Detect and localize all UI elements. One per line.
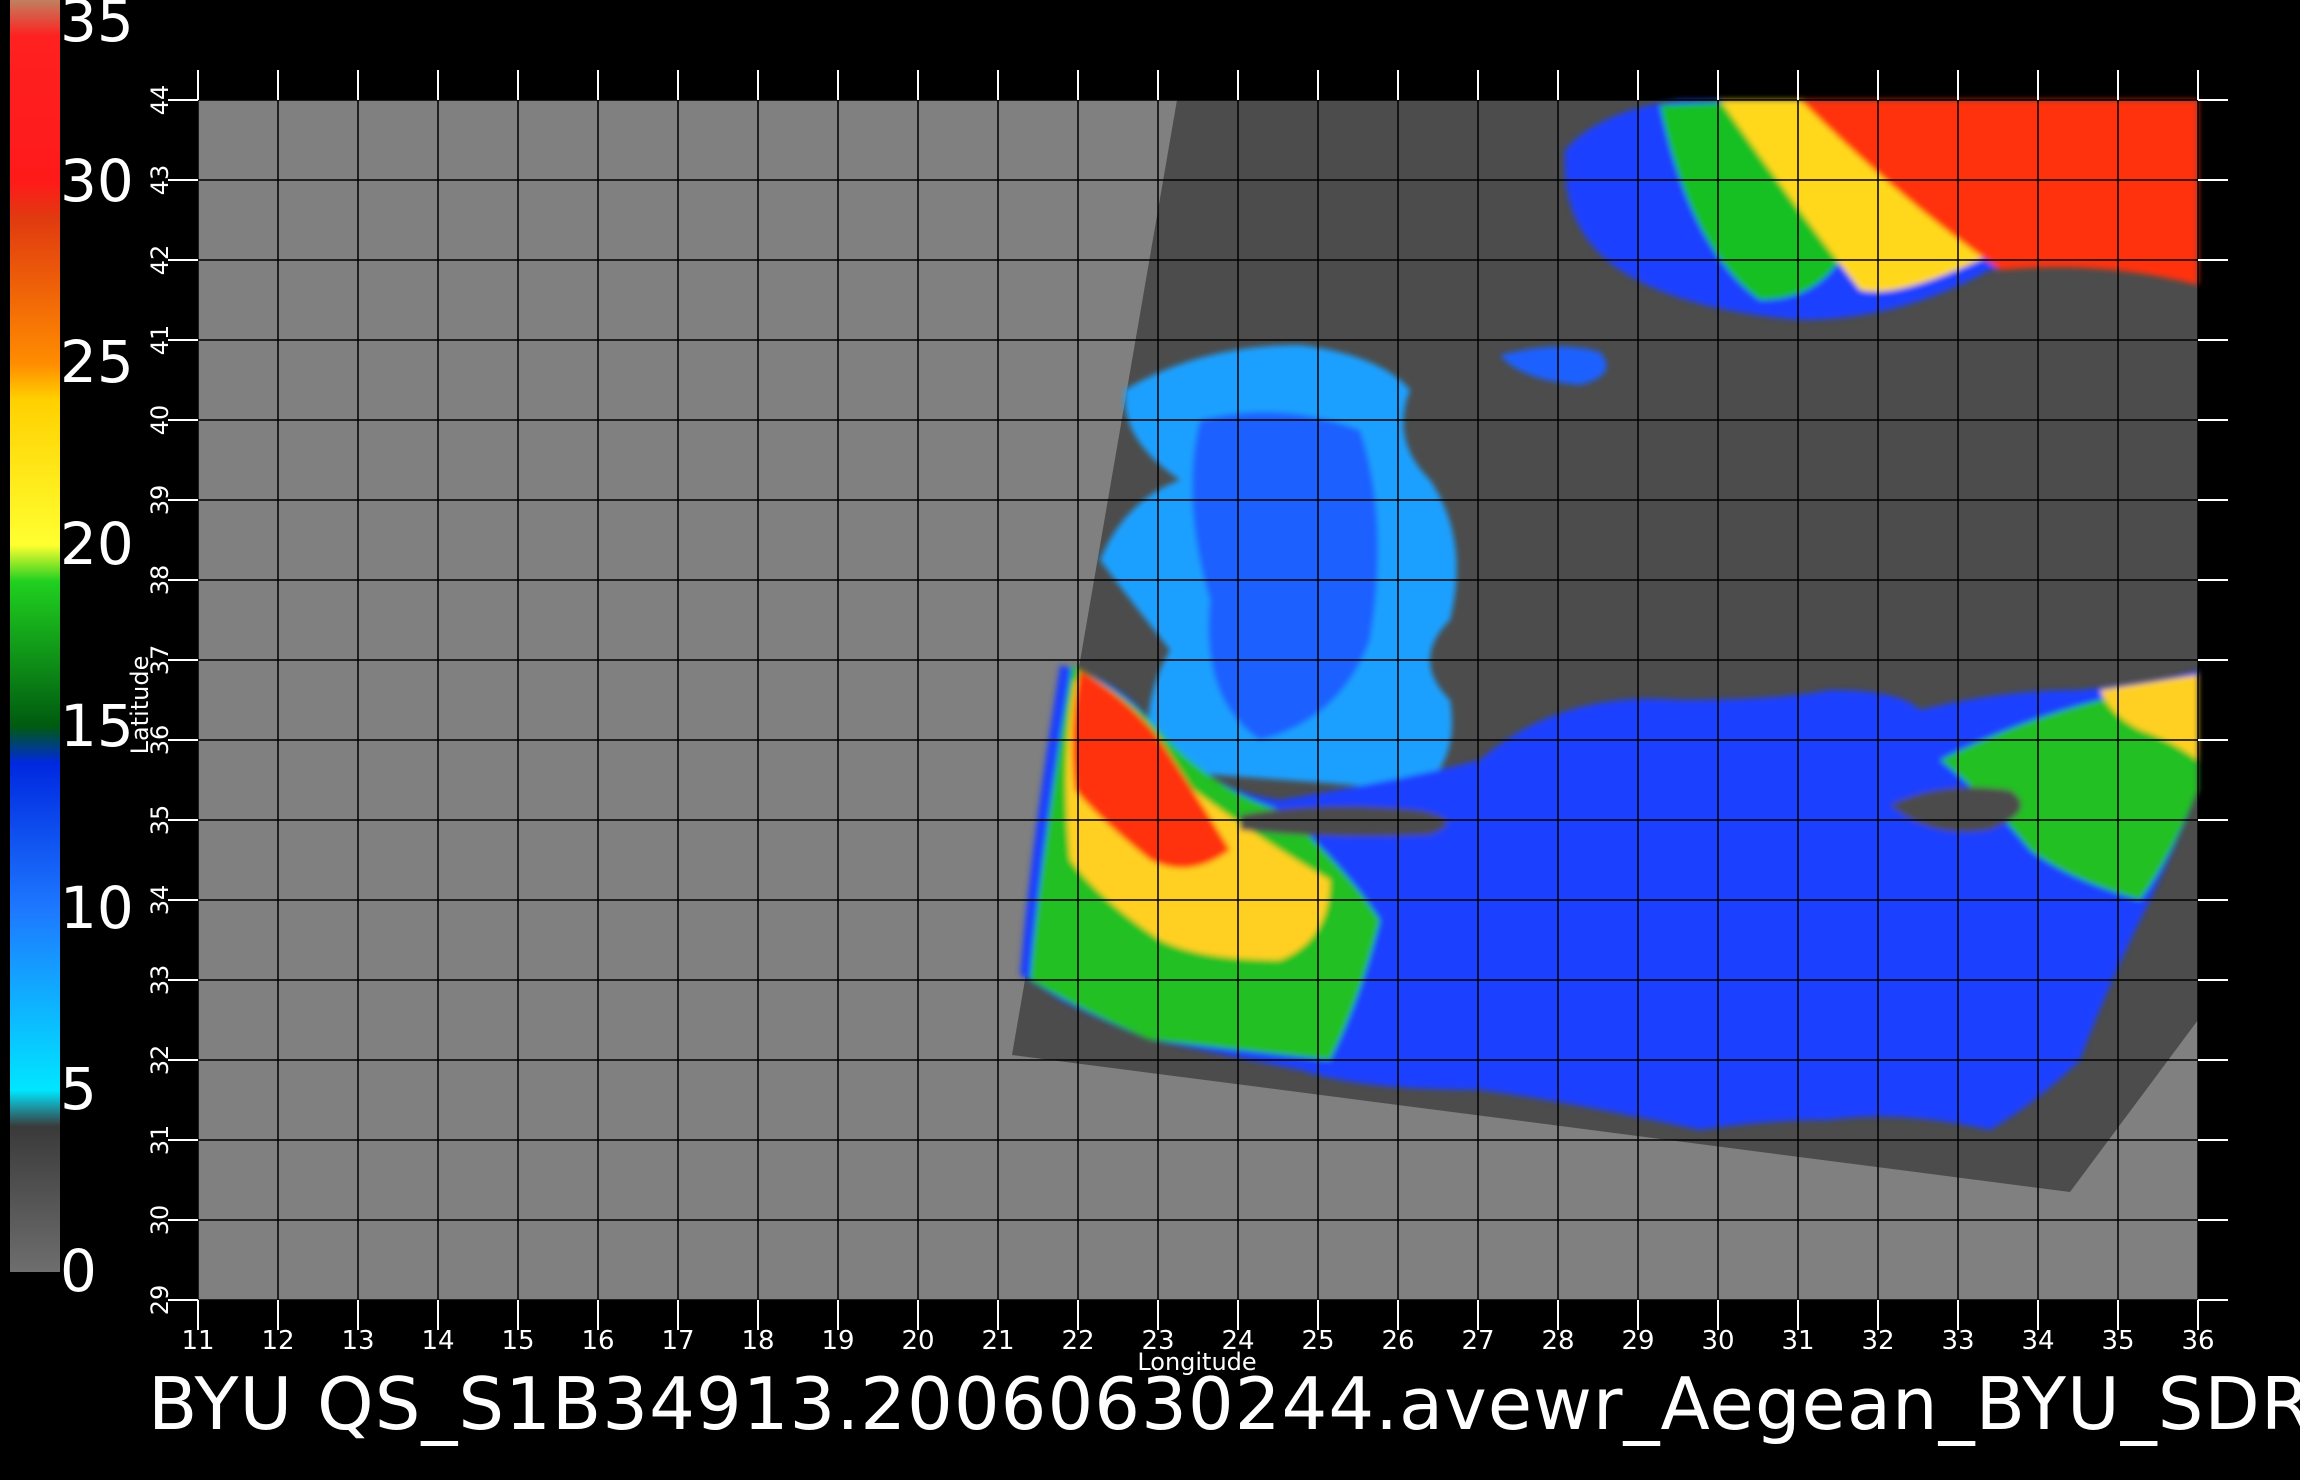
colorbar-label: 0: [60, 1237, 97, 1305]
colorbar-label: 15: [60, 691, 134, 760]
latitude-tick-label: 42: [146, 244, 174, 276]
longitude-tick-label: 16: [581, 1326, 615, 1356]
latitude-tick-label: 29: [146, 1284, 174, 1316]
longitude-tick-label: 12: [261, 1326, 295, 1356]
latitude-tick-label: 31: [146, 1124, 174, 1156]
longitude-tick-label: 30: [1701, 1326, 1735, 1356]
longitude-tick-label: 13: [341, 1326, 375, 1356]
colorbar-label: 35: [60, 0, 134, 55]
colorbar-label: 30: [60, 146, 134, 215]
latitude-tick-label: 39: [146, 484, 174, 516]
longitude-tick-label: 19: [821, 1326, 855, 1356]
colorbar: [10, 0, 60, 1272]
longitude-tick-label: 21: [981, 1326, 1015, 1356]
longitude-tick-label: 32: [1861, 1326, 1895, 1356]
longitude-tick-label: 18: [741, 1326, 775, 1356]
longitude-tick-label: 17: [661, 1326, 695, 1356]
latitude-tick-label: 33: [146, 964, 174, 996]
colorbar-label: 25: [60, 328, 134, 397]
latitude-tick-label: 41: [146, 324, 174, 356]
longitude-tick-label: 11: [181, 1326, 215, 1356]
latitude-tick-label: 34: [146, 884, 174, 916]
longitude-tick-label: 25: [1301, 1326, 1335, 1356]
longitude-tick-label: 26: [1381, 1326, 1415, 1356]
latitude-tick-label: 30: [146, 1204, 174, 1236]
colorbar-label: 5: [60, 1055, 97, 1124]
latitude-tick-label: 38: [146, 564, 174, 596]
longitude-tick-label: 29: [1621, 1326, 1655, 1356]
longitude-tick-label: 15: [501, 1326, 535, 1356]
latitude-tick-label: 35: [146, 804, 174, 836]
longitude-tick-label: 35: [2101, 1326, 2135, 1356]
longitude-tick-label: 27: [1461, 1326, 1495, 1356]
image-caption: BYU QS_S1B34913.20060630244.avewr_Aegean…: [148, 1362, 2300, 1446]
longitude-tick-label: 33: [1941, 1326, 1975, 1356]
latitude-tick-label: 32: [146, 1044, 174, 1076]
longitude-tick-label: 36: [2181, 1326, 2215, 1356]
colorbar-label: 10: [60, 873, 134, 942]
colorbar-label: 20: [60, 510, 134, 579]
y-axis-title: Latitude: [126, 655, 154, 755]
latitude-tick-label: 44: [146, 84, 174, 116]
crete-land: [1240, 806, 1448, 837]
map-canvas: [10, 0, 2228, 1330]
longitude-tick-label: 34: [2021, 1326, 2055, 1356]
longitude-tick-label: 28: [1541, 1326, 1575, 1356]
latitude-tick-label: 40: [146, 404, 174, 436]
scatterometer-wind-map: 35 30 25 20 15 10 5 0 11 12 13 14 15 16 17 18 19 20 21 22 2…: [0, 0, 2300, 1480]
longitude-tick-label: 31: [1781, 1326, 1815, 1356]
longitude-tick-label: 20: [901, 1326, 935, 1356]
longitude-tick-label: 14: [421, 1326, 455, 1356]
latitude-tick-label: 43: [146, 164, 174, 196]
longitude-tick-label: 22: [1061, 1326, 1095, 1356]
